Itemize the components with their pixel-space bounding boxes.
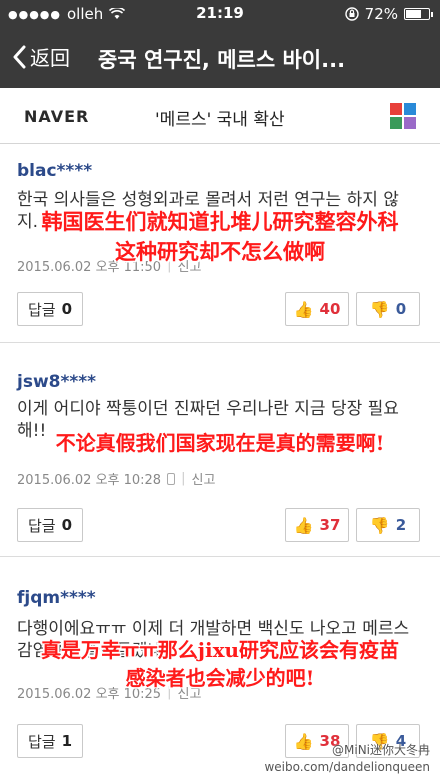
battery-icon bbox=[404, 8, 433, 20]
like-button[interactable]: 👍 37 bbox=[285, 508, 349, 542]
divider: | bbox=[181, 471, 186, 486]
comment-user[interactable]: jsw8**** bbox=[17, 372, 96, 392]
dislike-button[interactable]: 👎 2 bbox=[356, 508, 420, 542]
chevron-left-icon bbox=[13, 45, 26, 68]
reply-count: 0 bbox=[61, 300, 73, 318]
report-link[interactable]: 신고 bbox=[191, 469, 215, 488]
comment-date: 2015.06.02 오후 10:28 bbox=[17, 473, 162, 488]
like-count: 40 bbox=[319, 300, 341, 318]
like-count: 37 bbox=[319, 516, 341, 534]
comment-user[interactable]: fjqm**** bbox=[17, 588, 96, 608]
dislike-button[interactable]: 👎 0 bbox=[356, 292, 420, 326]
caption-line: 韩国医生们就知道扎堆儿研究整容外科 bbox=[41, 209, 399, 234]
mobile-icon bbox=[167, 472, 176, 485]
grid-tile bbox=[404, 103, 416, 115]
reply-count: 0 bbox=[61, 516, 73, 534]
reply-button[interactable]: 답글 1 bbox=[17, 724, 83, 758]
caption-line: 感染者也会减少的吧! bbox=[125, 666, 315, 690]
grid-tile bbox=[390, 103, 402, 115]
battery-level bbox=[406, 10, 421, 18]
news-header: NAVER '메르스' 국내 확산 bbox=[0, 88, 440, 144]
reply-button[interactable]: 답글 0 bbox=[17, 292, 83, 326]
back-label: 返回 bbox=[30, 46, 70, 70]
topic-title: '메르스' 국내 확산 bbox=[155, 110, 285, 130]
caption-line: 这种研究却不怎么做啊 bbox=[115, 239, 325, 264]
thumbs-down-icon: 👎 bbox=[369, 515, 390, 535]
nav-bar: 返回 중국 연구진, 메르스 바이... bbox=[0, 28, 440, 88]
naver-logo[interactable]: NAVER bbox=[24, 107, 89, 126]
like-button[interactable]: 👍 40 bbox=[285, 292, 349, 326]
caption-overlay: 韩国医生们就知道扎堆儿研究整容外科 这种研究却不怎么做啊 bbox=[0, 206, 440, 266]
reply-button[interactable]: 답글 0 bbox=[17, 508, 83, 542]
caption-overlay: 不论真假我们国家现在是真的需要啊! bbox=[0, 427, 440, 456]
menu-grid-icon[interactable] bbox=[390, 103, 416, 129]
caption-line: 不论真假我们国家现在是真的需要啊! bbox=[55, 431, 385, 455]
reply-label: 답글 bbox=[27, 732, 56, 751]
reply-label: 답글 bbox=[27, 516, 56, 535]
back-button[interactable]: 返回 bbox=[12, 42, 70, 71]
watermark-handle: @MiNi迷你大冬冉 bbox=[332, 743, 430, 757]
caption-line: 真是万幸ㅠㅠ那么jixu研究应该会有疫苗 bbox=[40, 638, 400, 662]
grid-tile bbox=[404, 117, 416, 129]
page-title: 중국 연구진, 메르스 바이... bbox=[98, 48, 346, 72]
watermark-url: weibo.com/dandelionqueen bbox=[264, 760, 430, 774]
grid-tile bbox=[390, 117, 402, 129]
caption-overlay: 真是万幸ㅠㅠ那么jixu研究应该会有疫苗 感染者也会减少的吧! bbox=[0, 636, 440, 692]
comment-meta: 2015.06.02 오후 10:28 | 신고 bbox=[17, 469, 215, 488]
watermark: @MiNi迷你大冬冉 weibo.com/dandelionqueen bbox=[264, 742, 430, 776]
reply-label: 답글 bbox=[27, 300, 56, 319]
battery-percent: 72% bbox=[364, 5, 398, 23]
reply-count: 1 bbox=[61, 732, 73, 750]
thumbs-up-icon: 👍 bbox=[293, 515, 314, 535]
dislike-count: 0 bbox=[395, 300, 407, 318]
thumbs-up-icon: 👍 bbox=[293, 299, 314, 319]
comment-user[interactable]: blac**** bbox=[17, 161, 92, 181]
status-right: 72% bbox=[344, 5, 433, 23]
thumbs-down-icon: 👎 bbox=[369, 299, 390, 319]
rotation-lock-icon bbox=[344, 7, 359, 21]
dislike-count: 2 bbox=[395, 516, 407, 534]
status-bar: ●●●●● olleh 21:19 72% bbox=[0, 0, 440, 28]
